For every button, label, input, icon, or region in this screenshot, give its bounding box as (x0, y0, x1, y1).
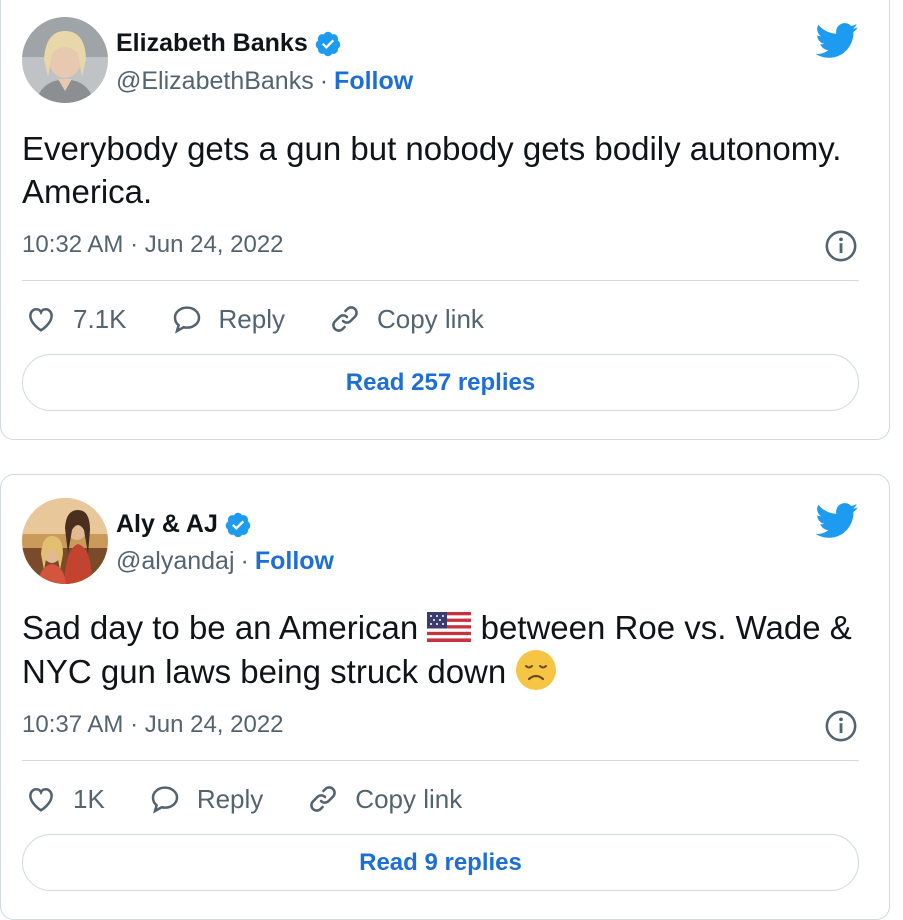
avatar[interactable] (22, 498, 108, 584)
verified-badge-icon (225, 512, 251, 537)
author-name-row[interactable]: Aly & AJ (116, 510, 252, 539)
copy-link-button[interactable]: Copy link (329, 303, 484, 335)
author-name-row[interactable]: Elizabeth Banks (116, 29, 342, 58)
read-replies-button[interactable]: Read 257 replies (22, 354, 859, 411)
twitter-bird-icon[interactable] (815, 503, 859, 539)
author-handle[interactable]: @ElizabethBanks (116, 67, 314, 96)
tweet-card[interactable]: Elizabeth Banks @ElizabethBanks · Follow… (0, 0, 890, 440)
reply-label: Reply (218, 303, 285, 334)
heart-icon (29, 787, 53, 812)
separator: · (319, 67, 329, 95)
divider (22, 760, 859, 761)
reply-bubble-icon (173, 306, 200, 334)
link-icon (310, 786, 337, 812)
twitter-bird-icon[interactable] (815, 23, 859, 59)
reply-label: Reply (196, 783, 264, 814)
reply-bubble-icon (151, 786, 179, 814)
handle-row: @alyandaj · Follow (116, 547, 334, 576)
follow-button[interactable]: Follow (334, 67, 413, 96)
copy-link-button[interactable]: Copy link (307, 783, 462, 815)
like-button[interactable]: 1K (25, 783, 105, 815)
author-name[interactable]: Aly & AJ (116, 510, 218, 539)
timestamp[interactable]: 10:32 AM · Jun 24, 2022 (22, 231, 284, 259)
like-button[interactable]: 7.1K (25, 303, 127, 335)
separator: · (240, 547, 249, 575)
disappointed-face-emoji (516, 650, 557, 690)
tweet-card[interactable]: Aly & AJ @alyandaj · Follow Sad day to b… (0, 474, 890, 920)
heart-icon (29, 307, 53, 332)
read-replies-button[interactable]: Read 9 replies (22, 834, 859, 891)
like-count: 1K (73, 783, 105, 814)
reply-button[interactable]: Reply (149, 783, 263, 815)
action-bar: 1K Reply Copy link (25, 783, 506, 815)
tweet-text: Everybody gets a gun but nobody gets bod… (22, 130, 842, 210)
like-count: 7.1K (73, 303, 127, 334)
link-icon (332, 306, 358, 332)
author-name[interactable]: Elizabeth Banks (116, 29, 308, 58)
tweet-text-part: Sad day to be an American (22, 609, 428, 646)
copy-link-label: Copy link (376, 303, 484, 334)
divider (22, 280, 859, 281)
action-bar: 7.1K Reply Copy link (25, 303, 528, 335)
us-flag-emoji (427, 612, 472, 642)
handle-row: @ElizabethBanks · Follow (116, 67, 413, 96)
timestamp[interactable]: 10:37 AM · Jun 24, 2022 (22, 711, 284, 739)
info-icon[interactable] (824, 229, 858, 263)
avatar[interactable] (22, 17, 108, 103)
copy-link-label: Copy link (355, 783, 463, 814)
info-icon[interactable] (824, 709, 858, 743)
tweet-text: Sad day to be an American between Roe vs… (22, 606, 852, 693)
verified-badge-icon (315, 31, 340, 56)
reply-button[interactable]: Reply (171, 303, 285, 335)
author-handle[interactable]: @alyandaj (116, 547, 235, 576)
follow-button[interactable]: Follow (255, 547, 334, 576)
